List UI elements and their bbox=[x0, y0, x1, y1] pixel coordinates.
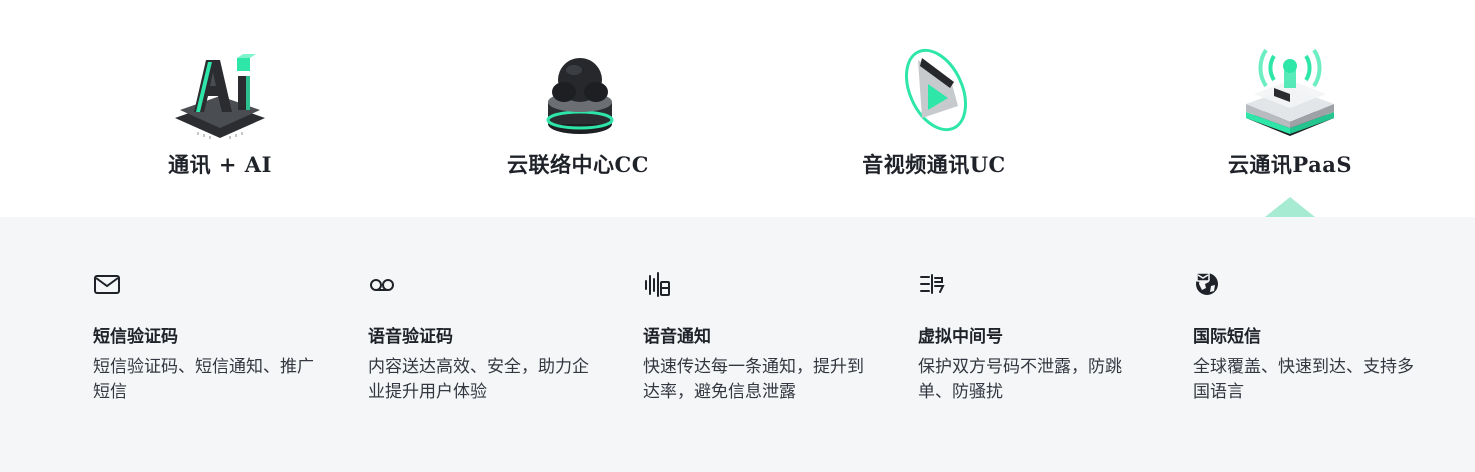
product-tabs: 通讯 + AI 云联络中心CC 音视频通讯UC 云通讯PaaS bbox=[0, 0, 1475, 217]
product-title: 虚拟中间号 bbox=[918, 327, 1003, 347]
product-panel: 短信验证码 短信验证码、短信通知、推广短信 语音验证码 内容送达高效、安全，助力… bbox=[0, 217, 1475, 472]
product-desc: 快速传达每一条通知，提升到达率，避免信息泄露 bbox=[643, 357, 864, 402]
tab-contact-center[interactable]: 云联络中心CC bbox=[448, 40, 708, 179]
product-desc: 保护双方号码不泄露，防跳单、防骚扰 bbox=[918, 357, 1122, 402]
product-sms-verification[interactable]: 短信验证码 短信验证码、短信通知、推广短信 bbox=[93, 270, 323, 405]
tab-label: 通讯 + AI bbox=[168, 152, 272, 177]
tab-cloud-paas[interactable]: 云通讯PaaS bbox=[1160, 40, 1420, 179]
tab-label: 音视频通讯UC bbox=[862, 152, 1006, 177]
product-title: 短信验证码 bbox=[93, 327, 178, 347]
tab-communication-ai[interactable]: 通讯 + AI bbox=[90, 40, 350, 179]
mail-icon bbox=[94, 275, 120, 294]
tab-label: 云联络中心CC bbox=[507, 152, 649, 177]
product-international-sms[interactable]: 国际短信 全球覆盖、快速到达、支持多国语言 bbox=[1193, 270, 1423, 405]
product-voice-notification[interactable]: 语音通知 快速传达每一条通知，提升到达率，避免信息泄露 bbox=[643, 270, 873, 405]
tab-audio-video-uc[interactable]: 音视频通讯UC bbox=[804, 40, 1064, 179]
voicemail-icon bbox=[370, 279, 394, 291]
product-desc: 内容送达高效、安全，助力企业提升用户体验 bbox=[368, 357, 589, 402]
signal-tower-icon bbox=[1246, 48, 1334, 136]
sound-wave-icon bbox=[645, 272, 670, 297]
product-desc: 全球覆盖、快速到达、支持多国语言 bbox=[1193, 357, 1414, 402]
ai-chip-icon bbox=[175, 54, 265, 139]
virtual-number-icon bbox=[920, 274, 945, 294]
product-title: 国际短信 bbox=[1193, 327, 1261, 347]
contact-center-headset-icon bbox=[546, 58, 614, 134]
product-title: 语音验证码 bbox=[368, 327, 453, 347]
global-message-icon bbox=[1196, 272, 1218, 295]
product-title: 语音通知 bbox=[643, 327, 711, 347]
active-tab-pointer bbox=[1265, 197, 1315, 217]
product-voice-verification[interactable]: 语音验证码 内容送达高效、安全，助力企业提升用户体验 bbox=[368, 270, 598, 405]
product-virtual-number[interactable]: 虚拟中间号 保护双方号码不泄露，防跳单、防骚扰 bbox=[918, 270, 1148, 405]
tab-label: 云通讯PaaS bbox=[1227, 152, 1353, 177]
product-desc: 短信验证码、短信通知、推广短信 bbox=[93, 357, 314, 402]
video-play-icon bbox=[904, 48, 968, 132]
